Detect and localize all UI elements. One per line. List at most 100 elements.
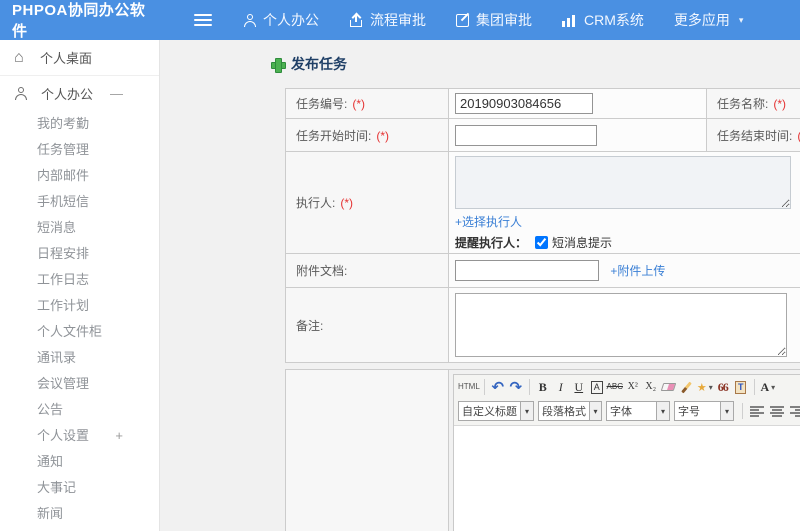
add-plus-icon (271, 57, 286, 73)
attachment-label: 附件文档: (296, 264, 348, 278)
rich-text-editor: HTML ↶ ↷ B I U A ABC X² X₂ ★ ▾ 66 T A ▾ 自定义标题 ▾ 段落格式 ▾ 字体 ▾ 字… (453, 374, 800, 531)
sidebar-item[interactable]: 内部邮件 (0, 163, 159, 189)
workflow-icon (349, 14, 363, 27)
italic-button[interactable]: I (552, 377, 570, 397)
required-mark: (*) (352, 97, 366, 111)
table-row: 备注: (285, 287, 800, 363)
strikethrough-button[interactable]: ABC (606, 377, 624, 397)
undo-button[interactable]: ↶ (489, 377, 507, 397)
blockquote-button[interactable]: 66 (714, 377, 732, 397)
required-mark: (*) (340, 196, 354, 210)
font-color-button[interactable]: A ▾ (759, 377, 777, 397)
task-name-label: 任务名称: (717, 97, 769, 111)
bar-chart-icon (562, 14, 577, 27)
task-number-label: 任务编号: (296, 97, 348, 111)
nav-item-crm-system[interactable]: CRM系统 (562, 10, 644, 30)
paste-button[interactable]: T (732, 377, 750, 397)
sidebar-item[interactable]: 个人设置 + (0, 423, 159, 449)
sidebar-item[interactable]: 工作日志 (0, 267, 159, 293)
editor-align-group (747, 405, 800, 418)
sms-remind-option-label: 短消息提示 (552, 236, 613, 250)
nav-item-workflow-approval[interactable]: 流程审批 (349, 10, 426, 30)
subscript-button[interactable]: X₂ (642, 377, 660, 397)
sidebar-item[interactable]: 新闻 (0, 501, 159, 527)
align-center-button[interactable] (770, 405, 784, 418)
sidebar-item[interactable]: 通知 (0, 449, 159, 475)
custom-title-select[interactable]: 自定义标题 ▾ (458, 401, 534, 421)
caret-down-icon: ▾ (656, 402, 669, 420)
sidebar: ⌂ 个人桌面 个人办公 — 我的考勤 任务管理 内部邮件 手机短信 短消息 日程安排 工作日志 工作计… (0, 40, 160, 531)
font-style-button[interactable]: A (588, 377, 606, 397)
collapse-icon[interactable]: — (110, 86, 123, 101)
task-number-input[interactable] (455, 93, 593, 114)
sidebar-item[interactable]: 通讯录 (0, 345, 159, 371)
toolbar-separator (742, 403, 743, 419)
paragraph-format-select[interactable]: 段落格式 ▾ (538, 401, 602, 421)
menu-toggle-icon[interactable] (194, 11, 212, 29)
sidebar-item[interactable]: 个人文件柜 (0, 319, 159, 345)
attachment-upload-link[interactable]: +附件上传 (610, 264, 665, 278)
sidebar-item[interactable]: 公告 (0, 397, 159, 423)
editor-toolbar-row1: HTML ↶ ↷ B I U A ABC X² X₂ ★ ▾ 66 T A ▾ (454, 375, 800, 399)
source-code-button[interactable]: HTML (458, 377, 480, 397)
format-painter-brush-button[interactable] (678, 377, 696, 397)
publish-task-form: 发布任务 任务编号: (*) 任务名称: (*) 任务开始时间: (*) 任务结束时间… (271, 54, 800, 531)
table-row: 任务编号: (*) 任务名称: (*) (285, 88, 800, 119)
toolbar-separator (483, 379, 485, 395)
page-title-row: 发布任务 (271, 54, 800, 74)
remove-format-eraser-button[interactable] (660, 377, 678, 397)
sidebar-item[interactable]: 日程安排 (0, 241, 159, 267)
task-form-table: 任务编号:(*) 任务名称:(*) 任务开始时间:(*) 任务结束时间:(*) … (285, 88, 800, 363)
expand-icon[interactable]: + (115, 428, 123, 444)
toolbar-separator (753, 379, 755, 395)
sidebar-item[interactable]: 短消息 (0, 215, 159, 241)
caret-down-icon: ▾ (520, 402, 533, 420)
main-content: 发布任务 任务编号: (*) 任务名称: (*) 任务开始时间: (*) 任务结束时间… (161, 40, 800, 531)
edit-square-icon (456, 12, 470, 27)
caret-down-icon: ▾ (738, 14, 744, 25)
toolbar-separator (528, 379, 530, 395)
user-icon (15, 87, 27, 100)
superscript-button[interactable]: X² (624, 377, 642, 397)
end-time-label: 任务结束时间: (717, 128, 793, 143)
nav-item-personal-office[interactable]: 个人办公 (244, 10, 319, 30)
executor-textarea[interactable] (455, 156, 791, 209)
sidebar-item[interactable]: 手机短信 (0, 189, 159, 215)
task-description-editor-body[interactable] (454, 426, 800, 531)
top-navigation: 个人办公 流程审批 集团审批 CRM系统 更多应用 ▾ (244, 10, 773, 30)
table-row: 附件文档: +附件上传 (285, 253, 800, 288)
remark-textarea[interactable] (455, 293, 787, 357)
bold-button[interactable]: B (534, 377, 552, 397)
choose-executor-link[interactable]: +选择执行人 (455, 213, 522, 230)
caret-down-icon: ▾ (720, 402, 733, 420)
redo-button[interactable]: ↷ (507, 377, 525, 397)
align-right-button[interactable] (790, 405, 800, 418)
executor-label: 执行人: (296, 196, 336, 210)
table-row: 任务描述:(*) HTML↶↷BIUAABCX²X₂★▾66TA▾ 自定义标题▾… (285, 369, 800, 531)
sidebar-item[interactable]: 个人办公 — (0, 76, 159, 111)
nav-item-group-approval[interactable]: 集团审批 (456, 10, 532, 30)
sidebar-item[interactable]: 大事记 (0, 475, 159, 501)
quick-format-wand-button[interactable]: ★ ▾ (696, 377, 714, 397)
sms-remind-checkbox[interactable] (535, 236, 549, 249)
sidebar-item[interactable]: ⌂ 个人桌面 (0, 40, 159, 76)
font-family-select[interactable]: 字体 ▾ (606, 401, 670, 421)
app-logo: PHPOA协同办公软件 (12, 2, 146, 40)
table-row: 执行人: (*) +选择执行人 提醒执行人： 短消息提示 (285, 151, 800, 254)
home-icon: ⌂ (14, 48, 24, 66)
nav-item-more-apps[interactable]: 更多应用 ▾ (674, 10, 744, 30)
editor-toolbar-row2: 自定义标题 ▾ 段落格式 ▾ 字体 ▾ 字号 ▾ (454, 399, 800, 426)
start-time-input[interactable] (455, 124, 597, 146)
sidebar-item[interactable]: 我的考勤 (0, 111, 159, 137)
sidebar-item[interactable]: 会议管理 (0, 371, 159, 397)
topbar: PHPOA协同办公软件 个人办公 流程审批 集团审批 CRM系统 更多应用 ▾ (0, 0, 800, 40)
sidebar-item[interactable]: 工作计划 (0, 293, 159, 319)
start-time-label: 任务开始时间: (296, 128, 372, 143)
sidebar-item[interactable]: 任务管理 (0, 137, 159, 163)
page-title: 发布任务 (291, 56, 347, 72)
align-left-button[interactable] (750, 405, 764, 418)
required-mark: (*) (376, 128, 390, 143)
underline-button[interactable]: U (570, 377, 588, 397)
font-size-select[interactable]: 字号 ▾ (674, 401, 734, 421)
attachment-input[interactable] (455, 260, 599, 281)
